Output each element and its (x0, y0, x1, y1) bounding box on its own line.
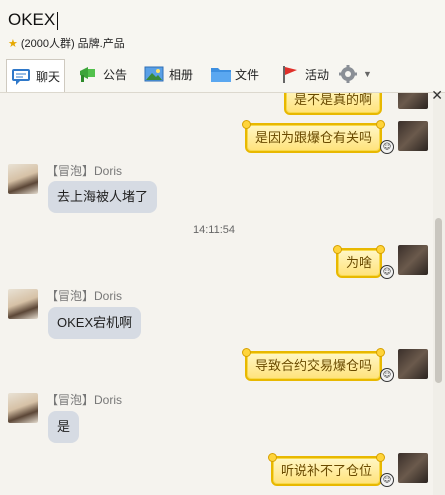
message-bubble[interactable]: 听说补不了仓位 (267, 453, 386, 486)
emoticon-icon: ☺ (380, 140, 394, 154)
folder-icon (210, 64, 231, 84)
avatar[interactable] (398, 93, 428, 109)
tab-activity-label: 活动 (305, 67, 330, 82)
photo-album-icon (144, 64, 164, 84)
emoticon-icon: ☺ (380, 368, 394, 382)
avatar[interactable] (398, 453, 428, 483)
chat-icon (11, 66, 31, 86)
scrollbar-thumb[interactable] (435, 218, 442, 383)
message-text: 听说补不了仓位 (280, 463, 372, 478)
message-text: 是因为跟爆仓有关吗 (254, 130, 372, 145)
star-icon: ★ (8, 37, 18, 50)
group-name[interactable]: OKEX (8, 10, 59, 30)
tab-chat[interactable]: 聊天 (6, 59, 66, 92)
tab-files-label: 文件 (235, 67, 260, 82)
group-name-text: OKEX (8, 10, 56, 29)
avatar[interactable] (8, 289, 38, 319)
avatar[interactable] (398, 245, 428, 275)
toolbar: 聊天 公告 相册 文件 活动 ▼ (0, 56, 445, 93)
message-bubble[interactable]: 去上海被人堵了 (48, 181, 158, 213)
tab-files[interactable]: 文件 (210, 59, 259, 89)
text-caret (57, 11, 59, 30)
timestamp: 14:11:54 (193, 224, 236, 236)
tab-album-label: 相册 (169, 67, 194, 82)
message-text: 是不是真的啊 (293, 93, 372, 107)
avatar[interactable] (8, 393, 38, 423)
sender-name: 【冒泡】Doris (46, 393, 123, 407)
avatar[interactable] (398, 349, 428, 379)
message-text: 去上海被人堵了 (57, 189, 149, 204)
gear-icon (338, 64, 358, 84)
message-bubble[interactable]: OKEX宕机啊 (48, 307, 142, 339)
emoticon-icon: ☺ (380, 473, 394, 487)
flag-icon (280, 64, 300, 84)
message-bubble[interactable]: 导致合约交易爆仓吗 (241, 348, 386, 381)
avatar[interactable] (8, 164, 38, 194)
message-text: OKEX宕机啊 (57, 315, 133, 330)
message-text: 导致合约交易爆仓吗 (254, 358, 372, 373)
announcement-icon (78, 64, 98, 84)
message-text: 是 (57, 419, 71, 434)
group-tags: 品牌.产品 (77, 38, 125, 50)
message-bubble[interactable]: 是因为跟爆仓有关吗 (241, 120, 386, 153)
tab-album[interactable]: 相册 (144, 59, 193, 89)
sender-name: 【冒泡】Doris (46, 289, 123, 303)
message-bubble[interactable]: 是 (48, 411, 80, 443)
close-icon[interactable]: ✕ (431, 88, 443, 104)
message-bubble[interactable]: 为啥 (332, 245, 386, 278)
settings-button[interactable]: ▼ (338, 59, 372, 89)
chevron-down-icon: ▼ (363, 69, 372, 79)
message-text: 为啥 (345, 255, 372, 270)
message-bubble[interactable]: 是不是真的啊 (283, 93, 382, 115)
chat-area: 是不是真的啊 是因为跟爆仓有关吗 ☺ 【冒泡】Doris 去上海被人堵了 14:… (0, 93, 432, 495)
tab-activity[interactable]: 活动 (280, 59, 329, 89)
avatar[interactable] (398, 121, 428, 151)
emoticon-icon: ☺ (380, 265, 394, 279)
tab-chat-label: 聊天 (36, 69, 61, 84)
title-bar: OKEX ★ (2000人群) 品牌.产品 (0, 0, 445, 56)
tab-announcement[interactable]: 公告 (78, 59, 127, 89)
sender-name: 【冒泡】Doris (46, 164, 123, 178)
tab-announcement-label: 公告 (103, 67, 128, 82)
group-info: ★ (2000人群) 品牌.产品 (8, 35, 125, 51)
member-count: (2000人群) (20, 38, 75, 50)
